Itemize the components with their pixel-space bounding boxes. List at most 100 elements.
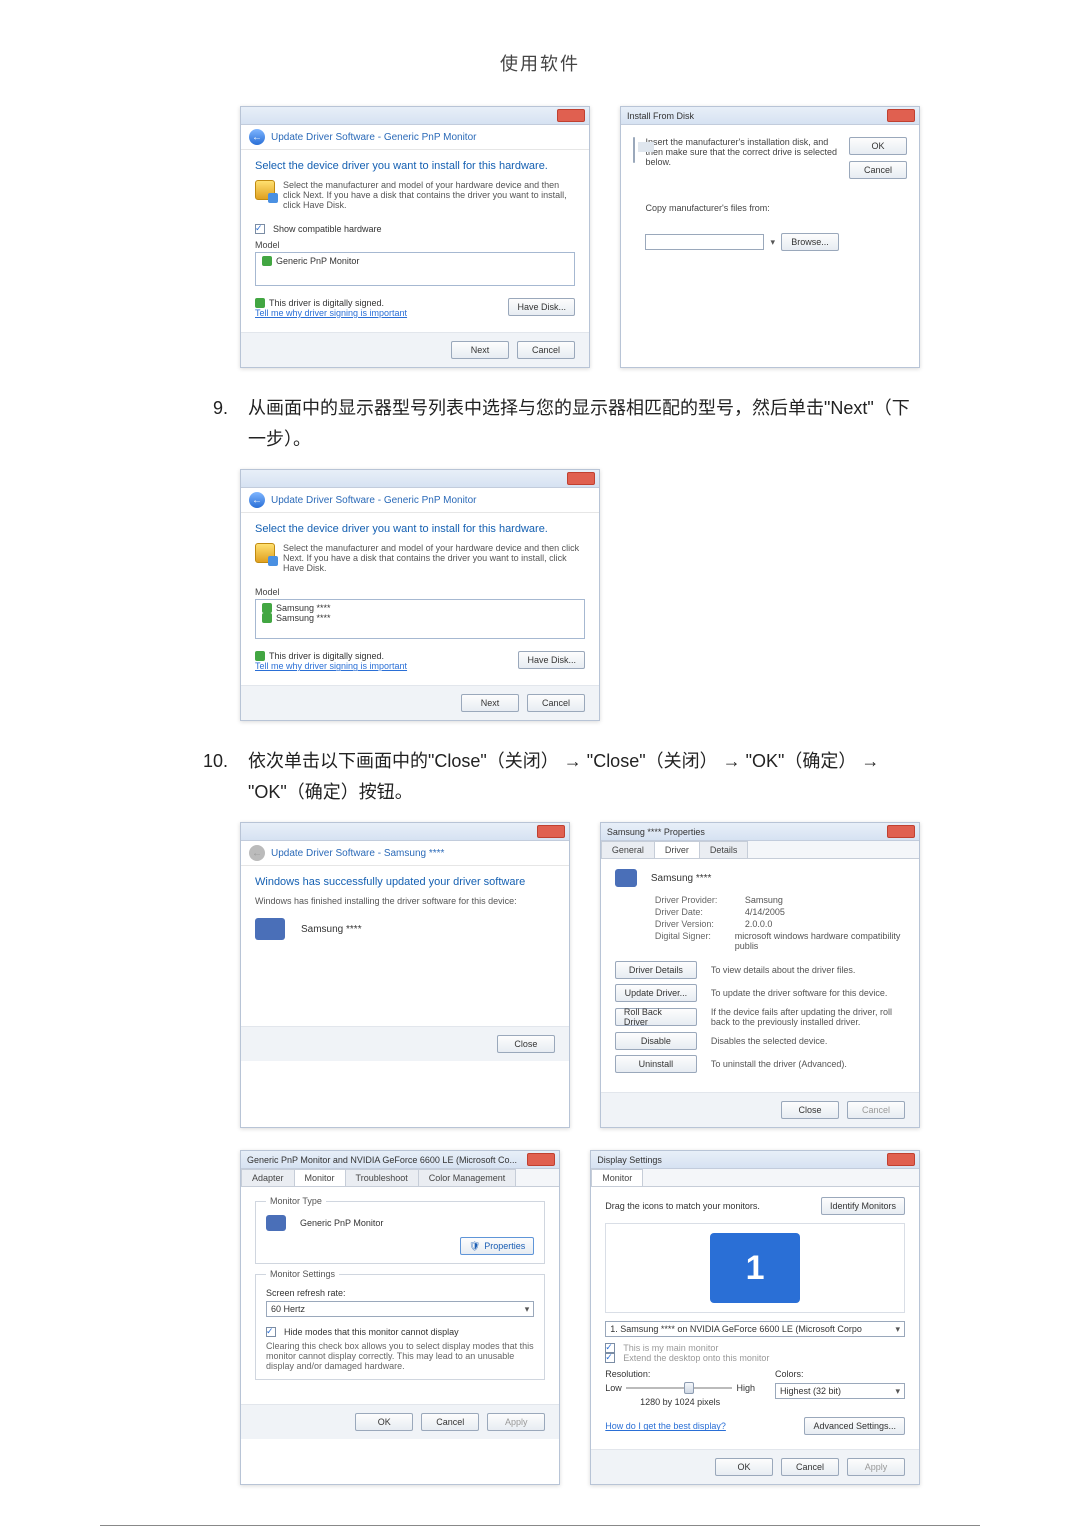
resolution-slider[interactable]: [626, 1387, 733, 1389]
browse-button[interactable]: Browse...: [781, 233, 839, 251]
breadcrumb-text: Update Driver Software - Generic PnP Mon…: [271, 495, 476, 506]
signing-link[interactable]: Tell me why driver signing is important: [255, 308, 407, 318]
cert-icon: [262, 256, 272, 266]
figure-row-3: ← Update Driver Software - Samsung **** …: [240, 822, 920, 1128]
close-icon[interactable]: [887, 109, 915, 122]
cancel-button[interactable]: Cancel: [421, 1413, 479, 1431]
tab-driver[interactable]: Driver: [654, 841, 700, 858]
ok-button[interactable]: OK: [715, 1458, 773, 1476]
dropdown-icon[interactable]: ▾: [770, 237, 775, 248]
model-label: Model: [255, 240, 575, 250]
best-display-link[interactable]: How do I get the best display?: [605, 1421, 726, 1431]
section-heading: Select the device driver you want to ins…: [255, 160, 575, 172]
dialog-title: Install From Disk: [627, 111, 694, 121]
floppy-icon: [633, 137, 635, 163]
ok-button[interactable]: OK: [849, 137, 907, 155]
success-heading: Windows has successfully updated your dr…: [255, 876, 555, 888]
rollback-driver-button[interactable]: Roll Back Driver: [615, 1008, 697, 1026]
figure-row-4: Generic PnP Monitor and NVIDIA GeForce 6…: [240, 1150, 920, 1485]
path-input[interactable]: [645, 234, 764, 250]
tab-adapter[interactable]: Adapter: [241, 1169, 295, 1186]
page-header: 使用软件: [0, 0, 1080, 76]
content: ← Update Driver Software - Generic PnP M…: [200, 106, 920, 1485]
next-button[interactable]: Next: [461, 694, 519, 712]
monitor-settings-label: Monitor Settings: [266, 1269, 339, 1279]
step-text: 依次单击以下画面中的"Close"（关闭） → "Close"（关闭） → "O…: [248, 746, 920, 807]
footer-rule: [100, 1525, 980, 1526]
monitor-icon: [266, 1215, 286, 1231]
tab-color-management[interactable]: Color Management: [418, 1169, 517, 1186]
step-text: 从画面中的显示器型号列表中选择与您的显示器相匹配的型号，然后单击"Next"（下…: [248, 393, 920, 454]
tab-troubleshoot[interactable]: Troubleshoot: [345, 1169, 419, 1186]
hint-text: Select the manufacturer and model of you…: [283, 543, 585, 573]
cert-icon: [262, 603, 272, 613]
close-button[interactable]: Close: [781, 1101, 839, 1119]
update-driver-button[interactable]: Update Driver...: [615, 984, 697, 1002]
tab-details[interactable]: Details: [699, 841, 749, 858]
tab-monitor[interactable]: Monitor: [294, 1169, 346, 1186]
update-driver-wizard-1: ← Update Driver Software - Generic PnP M…: [240, 106, 590, 368]
monitor-1-icon[interactable]: 1: [710, 1233, 800, 1303]
cancel-button[interactable]: Cancel: [849, 161, 907, 179]
back-icon: ←: [249, 845, 265, 861]
cert-icon: [262, 613, 272, 623]
apply-button: Apply: [847, 1458, 905, 1476]
slider-thumb-icon[interactable]: [684, 1382, 694, 1394]
cancel-button[interactable]: Cancel: [517, 341, 575, 359]
cancel-button[interactable]: Cancel: [527, 694, 585, 712]
signed-icon: [255, 651, 265, 661]
back-icon[interactable]: ←: [249, 492, 265, 508]
close-icon[interactable]: [887, 1153, 915, 1166]
colors-select[interactable]: Highest (32 bit): [775, 1383, 905, 1399]
update-driver-wizard-2: ← Update Driver Software - Generic PnP M…: [240, 469, 600, 721]
disk-icon: [255, 180, 275, 200]
driver-details-button[interactable]: Driver Details: [615, 961, 697, 979]
finished-text: Windows has finished installing the driv…: [255, 896, 555, 906]
tab-general[interactable]: General: [601, 841, 655, 858]
monitor-type-value: Generic PnP Monitor: [300, 1218, 383, 1228]
monitor-select[interactable]: 1. Samsung **** on NVIDIA GeForce 6600 L…: [605, 1321, 905, 1337]
signing-link[interactable]: Tell me why driver signing is important: [255, 661, 407, 671]
model-listbox[interactable]: Generic PnP Monitor: [255, 252, 575, 286]
have-disk-button[interactable]: Have Disk...: [508, 298, 575, 316]
display-settings-dialog: Display Settings Monitor Drag the icons …: [590, 1150, 920, 1485]
monitor-arrangement-area[interactable]: 1: [605, 1223, 905, 1313]
close-icon[interactable]: [557, 109, 585, 122]
properties-button[interactable]: 🛡 Properties: [460, 1237, 534, 1255]
identify-monitors-button[interactable]: Identify Monitors: [821, 1197, 905, 1215]
breadcrumb-text: Update Driver Software - Samsung ****: [271, 848, 444, 859]
refresh-rate-select[interactable]: 60 Hertz: [266, 1301, 534, 1317]
update-driver-success: ← Update Driver Software - Samsung **** …: [240, 822, 570, 1128]
disable-button[interactable]: Disable: [615, 1032, 697, 1050]
close-icon[interactable]: [527, 1153, 555, 1166]
next-button[interactable]: Next: [451, 341, 509, 359]
uninstall-button[interactable]: Uninstall: [615, 1055, 697, 1073]
extend-desktop-checkbox: Extend the desktop onto this monitor: [605, 1353, 905, 1363]
model-listbox[interactable]: Samsung **** Samsung ****: [255, 599, 585, 639]
have-disk-button[interactable]: Have Disk...: [518, 651, 585, 669]
copy-from-label: Copy manufacturer's files from:: [645, 203, 839, 213]
close-button[interactable]: Close: [497, 1035, 555, 1053]
step-number: 10.: [200, 746, 228, 807]
dialog-title: Display Settings: [597, 1155, 662, 1165]
samsung-properties-dialog: Samsung **** Properties General Driver D…: [600, 822, 920, 1128]
section-heading: Select the device driver you want to ins…: [255, 523, 585, 535]
tab-monitor[interactable]: Monitor: [591, 1169, 643, 1186]
install-from-disk-dialog: Install From Disk Insert the manufacture…: [620, 106, 920, 368]
monitor-icon: [255, 918, 285, 940]
disk-icon: [255, 543, 275, 563]
hide-modes-checkbox[interactable]: Hide modes that this monitor cannot disp…: [266, 1327, 534, 1337]
show-compatible-checkbox[interactable]: Show compatible hardware: [255, 224, 575, 234]
monitor-icon: [615, 869, 637, 887]
ok-button[interactable]: OK: [355, 1413, 413, 1431]
device-name: Samsung ****: [301, 924, 362, 935]
close-icon[interactable]: [887, 825, 915, 838]
close-icon[interactable]: [537, 825, 565, 838]
advanced-settings-button[interactable]: Advanced Settings...: [804, 1417, 905, 1435]
refresh-rate-label: Screen refresh rate:: [266, 1288, 534, 1298]
cancel-button[interactable]: Cancel: [781, 1458, 839, 1476]
dialog-title: Generic PnP Monitor and NVIDIA GeForce 6…: [247, 1155, 517, 1165]
dialog-title: Samsung **** Properties: [607, 827, 705, 837]
back-icon[interactable]: ←: [249, 129, 265, 145]
close-icon[interactable]: [567, 472, 595, 485]
